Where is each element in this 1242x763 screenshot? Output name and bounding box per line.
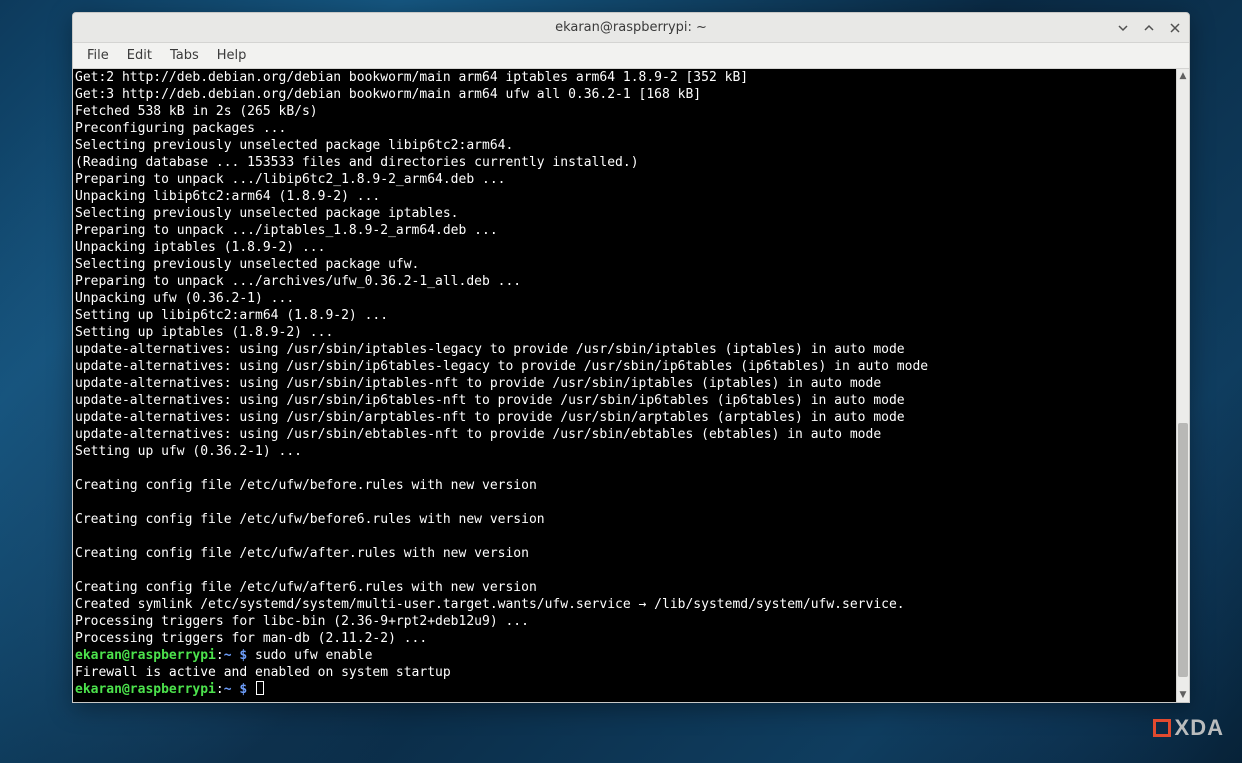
scrollbar[interactable]: ▲ ▼ (1176, 69, 1189, 702)
terminal-window: ekaran@raspberrypi: ~ File Edit Tabs Hel… (72, 12, 1190, 703)
scroll-up-button[interactable]: ▲ (1177, 69, 1189, 83)
minimize-button[interactable] (1115, 20, 1131, 36)
xda-logo-text: XDA (1175, 715, 1224, 741)
chevron-up-icon (1143, 22, 1155, 34)
menu-tabs[interactable]: Tabs (162, 45, 207, 66)
xda-watermark: XDA (1153, 715, 1224, 741)
menu-edit[interactable]: Edit (119, 45, 160, 66)
titlebar[interactable]: ekaran@raspberrypi: ~ (73, 13, 1189, 43)
chevron-down-icon (1117, 22, 1129, 34)
menu-help[interactable]: Help (209, 45, 255, 66)
scroll-down-button[interactable]: ▼ (1177, 688, 1189, 702)
terminal-output[interactable]: Get:2 http://deb.debian.org/debian bookw… (73, 69, 1176, 702)
menu-file[interactable]: File (79, 45, 117, 66)
xda-logo-icon (1153, 719, 1171, 737)
close-button[interactable] (1167, 20, 1183, 36)
close-icon (1169, 22, 1181, 34)
terminal-cursor (256, 681, 264, 695)
menubar: File Edit Tabs Help (73, 43, 1189, 69)
terminal-body-wrap: Get:2 http://deb.debian.org/debian bookw… (73, 69, 1189, 702)
titlebar-controls (1115, 13, 1183, 42)
maximize-button[interactable] (1141, 20, 1157, 36)
window-title: ekaran@raspberrypi: ~ (555, 20, 707, 35)
scroll-thumb[interactable] (1178, 423, 1188, 676)
